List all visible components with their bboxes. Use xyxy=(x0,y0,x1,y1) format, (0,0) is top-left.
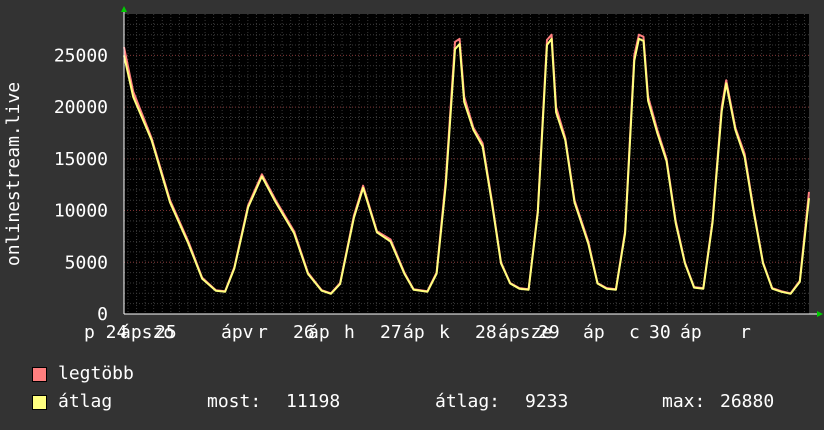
y-axis-label: onlinestream.live xyxy=(3,82,24,266)
y-tick-label: 25000 xyxy=(54,45,108,66)
stat-avg-value: 9233 xyxy=(525,391,569,412)
x-tick-label: 29 xyxy=(538,322,560,343)
x-tick-label: 28 xyxy=(475,322,497,343)
stat-max-value: 26880 xyxy=(720,391,775,412)
chart: 0500010000150002000025000 p 24ápszo25 ápv… xyxy=(3,6,823,343)
x-tick-label: r xyxy=(257,322,268,343)
x-tick-label: r xyxy=(740,322,751,343)
x-tick-label: áp xyxy=(583,322,605,343)
x-tick-label: ápv xyxy=(221,322,254,343)
x-tick-label: 25 xyxy=(155,322,177,343)
stat-max-label: max: xyxy=(662,391,706,412)
x-tick-label: h xyxy=(344,322,355,343)
y-tick-labels: 0500010000150002000025000 xyxy=(54,45,108,325)
x-tick-label: 30 xyxy=(649,322,671,343)
legend-swatch-avg xyxy=(32,395,47,410)
y-tick-label: 10000 xyxy=(54,201,108,222)
y-tick-label: 5000 xyxy=(65,252,108,273)
stat-most-value: 11198 xyxy=(286,391,341,412)
x-tick-label: áp xyxy=(308,322,330,343)
y-tick-label: 15000 xyxy=(54,149,108,170)
x-tick-label: k xyxy=(439,322,450,343)
x-tick-labels: p 24ápszo25 ápv r 26áp h 27 áp k 28 ápsze29 áp c 30 á… xyxy=(84,322,751,343)
legend-label-avg: átlag xyxy=(58,391,113,412)
stat-avg-label: átlag: xyxy=(435,391,501,412)
x-tick-label: áp xyxy=(680,322,702,343)
x-axis-arrow xyxy=(817,311,823,317)
y-axis-arrow xyxy=(121,6,127,12)
x-tick-label: áp xyxy=(403,322,425,343)
legend-label-max: legtöbb xyxy=(58,363,134,384)
y-tick-label: 20000 xyxy=(54,97,108,118)
legend-swatch-max xyxy=(32,367,47,382)
x-tick-label: c xyxy=(629,322,640,343)
x-tick-label: 27 xyxy=(380,322,402,343)
stat-most-label: most: xyxy=(207,391,262,412)
